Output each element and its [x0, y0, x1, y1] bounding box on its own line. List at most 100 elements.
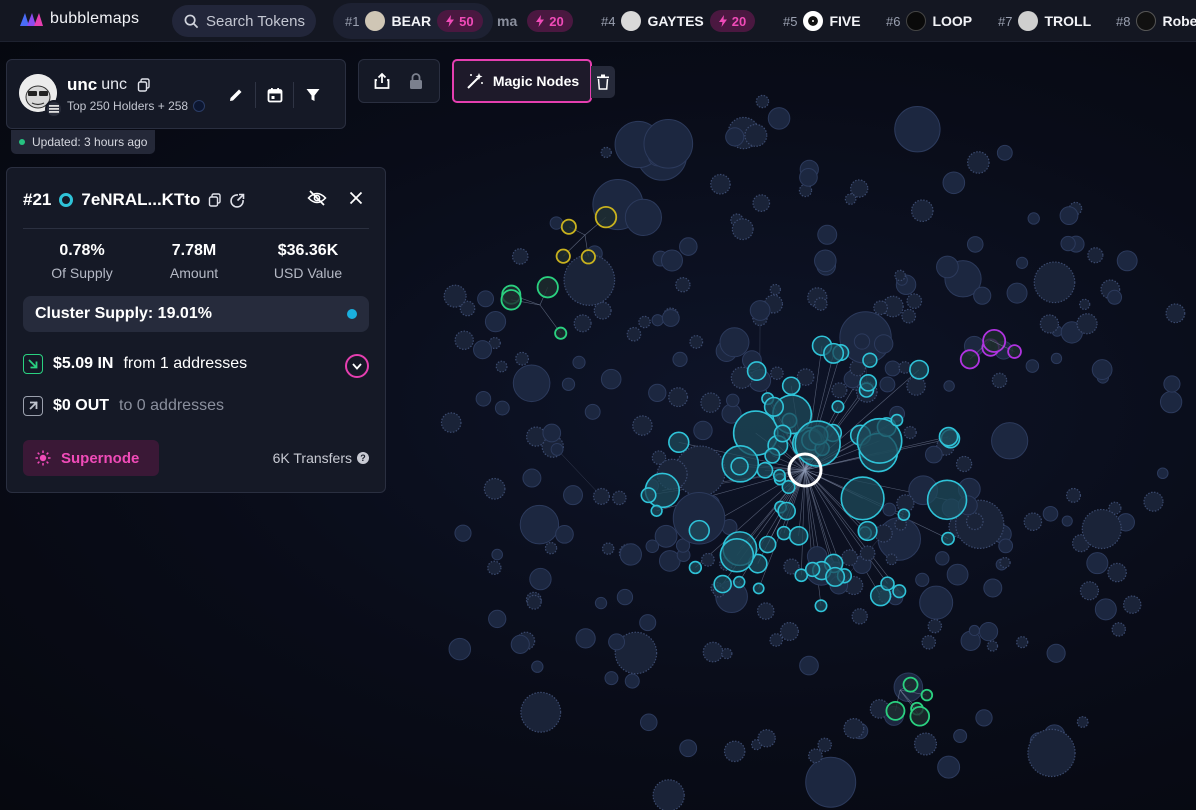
graph-node[interactable] — [549, 216, 564, 230]
graph-node[interactable] — [757, 729, 776, 748]
graph-node[interactable] — [901, 308, 917, 324]
graph-node[interactable] — [817, 224, 838, 245]
graph-node[interactable] — [825, 566, 846, 587]
graph-node[interactable] — [1023, 512, 1043, 532]
graph-node[interactable] — [894, 269, 906, 282]
graph-node[interactable] — [1163, 375, 1181, 393]
share-icon[interactable] — [373, 72, 391, 90]
graph-node[interactable] — [975, 709, 993, 727]
graph-node[interactable] — [921, 635, 937, 650]
graph-node[interactable] — [536, 276, 559, 299]
graph-node[interactable] — [770, 366, 784, 380]
outflow-row[interactable]: $0 OUT to 0 addresses — [23, 396, 224, 416]
graph-node[interactable] — [555, 248, 571, 264]
graph-node[interactable] — [1033, 261, 1076, 304]
graph-node[interactable] — [913, 732, 938, 756]
wallet-address[interactable]: 7eNRAL...KTto — [81, 190, 200, 210]
external-link-icon[interactable] — [230, 193, 245, 208]
graph-node[interactable] — [688, 560, 703, 575]
graph-node[interactable] — [608, 633, 626, 651]
graph-node[interactable] — [473, 340, 493, 360]
graph-node[interactable] — [911, 199, 934, 223]
graph-node[interactable] — [731, 218, 754, 241]
graph-node[interactable] — [710, 173, 731, 195]
graph-node[interactable] — [1076, 716, 1089, 728]
graph-node[interactable] — [841, 549, 859, 567]
graph-node[interactable] — [1059, 206, 1079, 226]
graph-node[interactable] — [651, 314, 664, 327]
graph-node[interactable] — [823, 342, 845, 364]
graph-node[interactable] — [440, 412, 462, 433]
graph-node[interactable] — [857, 520, 878, 542]
graph-node[interactable] — [943, 380, 955, 392]
graph-node[interactable] — [573, 314, 592, 333]
graph-node[interactable] — [755, 94, 770, 109]
graph-node[interactable] — [764, 447, 781, 464]
graph-node[interactable] — [885, 553, 898, 566]
expand-inflow-button[interactable] — [345, 354, 369, 378]
graph-node[interactable] — [713, 574, 732, 594]
graph-node[interactable] — [935, 551, 950, 566]
graph-node[interactable] — [580, 249, 596, 265]
graph-node[interactable] — [967, 151, 990, 174]
graph-node[interactable] — [959, 349, 980, 370]
graph-node[interactable] — [903, 425, 917, 440]
graph-node[interactable] — [701, 552, 715, 567]
graph-node[interactable] — [788, 525, 809, 546]
graph-node[interactable] — [1079, 298, 1091, 311]
graph-node[interactable] — [679, 237, 698, 256]
graph-node[interactable] — [1087, 247, 1104, 264]
graph-node[interactable] — [840, 476, 885, 521]
graph-node[interactable] — [652, 779, 685, 810]
graph-node[interactable] — [643, 118, 694, 169]
graph-node[interactable] — [522, 468, 542, 488]
graph-node[interactable] — [874, 524, 893, 543]
graph-node[interactable] — [968, 624, 980, 637]
graph-node[interactable] — [624, 673, 640, 689]
graph-node[interactable] — [1111, 622, 1126, 637]
ticker-item-five[interactable]: #5 FIVE — [783, 0, 861, 42]
graph-node[interactable] — [723, 740, 746, 763]
graph-node[interactable] — [1143, 491, 1164, 512]
graph-node[interactable] — [859, 545, 876, 562]
graph-node[interactable] — [626, 326, 642, 342]
graph-node[interactable] — [719, 537, 755, 573]
graph-node[interactable] — [645, 539, 660, 554]
graph-node[interactable] — [483, 477, 506, 500]
graph-node[interactable] — [831, 400, 845, 414]
graph-node[interactable] — [593, 301, 612, 320]
graph-node[interactable] — [675, 277, 691, 293]
graph-node[interactable] — [884, 360, 901, 377]
graph-node[interactable] — [702, 641, 724, 663]
graph-node[interactable] — [511, 248, 529, 265]
graph-node[interactable] — [721, 647, 733, 660]
graph-node[interactable] — [730, 457, 749, 476]
graph-node[interactable] — [495, 360, 508, 373]
graph-node[interactable] — [1061, 515, 1073, 527]
graph-node[interactable] — [843, 717, 865, 739]
graph-node[interactable] — [561, 377, 576, 391]
graph-node[interactable] — [880, 576, 895, 591]
supernode-button[interactable]: Supernode — [23, 440, 159, 476]
inflow-row[interactable]: $5.09 IN from 1 addresses — [23, 354, 247, 374]
graph-node[interactable] — [897, 508, 911, 522]
graph-node[interactable] — [679, 739, 698, 758]
ticker-item-troll[interactable]: #7 TROLL — [998, 0, 1091, 42]
graph-node[interactable] — [1091, 359, 1113, 380]
graph-node[interactable] — [1107, 562, 1127, 583]
graph-node[interactable] — [936, 255, 959, 279]
graph-node[interactable] — [732, 575, 746, 589]
hide-eye-icon[interactable] — [307, 190, 327, 206]
graph-node[interactable] — [529, 567, 552, 591]
help-icon[interactable]: ? — [357, 452, 369, 464]
graph-node[interactable] — [752, 194, 771, 212]
graph-node[interactable] — [808, 748, 823, 764]
graph-node[interactable] — [776, 525, 792, 541]
graph-node[interactable] — [648, 383, 667, 403]
graph-node[interactable] — [978, 621, 999, 642]
graph-node[interactable] — [1042, 505, 1059, 522]
graph-node[interactable] — [594, 596, 608, 610]
graph-node[interactable] — [953, 728, 968, 743]
graph-node[interactable] — [592, 487, 611, 505]
graph-node[interactable] — [560, 218, 577, 235]
